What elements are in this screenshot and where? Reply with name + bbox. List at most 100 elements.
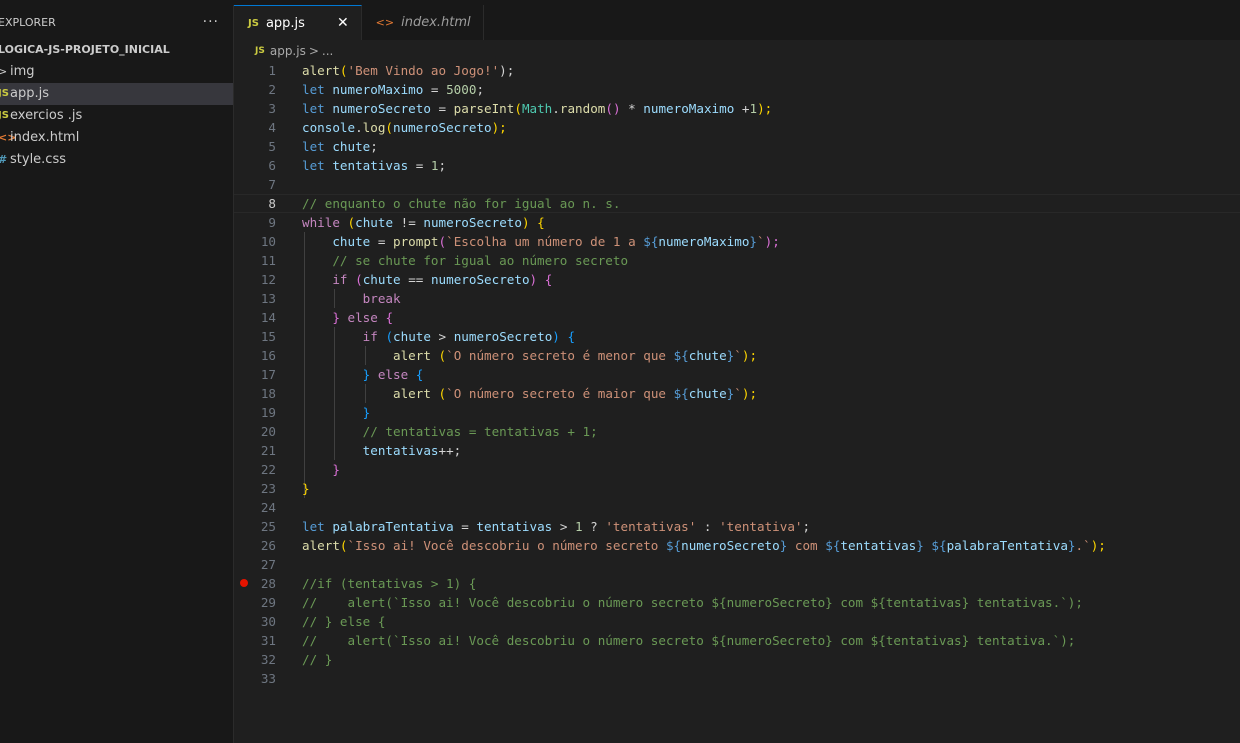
- code-line[interactable]: 31 // alert(`Isso ai! Você descobriu o nú…: [234, 631, 1240, 650]
- token: :: [696, 519, 720, 534]
- token: // } else {: [302, 614, 386, 629]
- token: *: [620, 101, 644, 116]
- code-line[interactable]: 19 }: [234, 403, 1240, 422]
- code-line[interactable]: 21 tentativas++;: [234, 441, 1240, 460]
- tree-item-label: style.css: [10, 152, 66, 167]
- code-line[interactable]: 32 // }: [234, 650, 1240, 669]
- tree-item-img[interactable]: > img: [0, 61, 233, 83]
- javascript-file-icon: JS: [248, 17, 259, 29]
- code-line[interactable]: 27: [234, 555, 1240, 574]
- token: ${: [643, 234, 659, 249]
- breadcrumb-file[interactable]: app.js: [270, 44, 306, 58]
- code-line[interactable]: 23}: [234, 479, 1240, 498]
- line-number: 8: [268, 196, 276, 211]
- token: 'tentativa': [719, 519, 803, 534]
- token: ${: [931, 538, 947, 553]
- javascript-file-icon: JS: [255, 46, 265, 56]
- token: 5000: [446, 82, 477, 97]
- breadcrumb-symbol[interactable]: ...: [322, 44, 333, 58]
- token: ${: [825, 538, 841, 553]
- token: `O número secreto é menor que: [446, 348, 674, 363]
- code-line[interactable]: 33: [234, 669, 1240, 688]
- line-number: 12: [260, 272, 276, 287]
- code-line[interactable]: 14 } else {: [234, 308, 1240, 327]
- code-line[interactable]: 18 alert (`O número secreto é maior que …: [234, 384, 1240, 403]
- tree-item-exercios-js[interactable]: JS exercios .js: [0, 105, 233, 127]
- html-file-icon: <>: [375, 16, 395, 29]
- tab-app-js[interactable]: JS app.js ✕: [234, 5, 362, 40]
- code-line[interactable]: 26 alert(`Isso ai! Você descobriu o númer…: [234, 536, 1240, 555]
- css-file-icon: #: [0, 149, 10, 171]
- explorer-title: EXPLORER: [0, 15, 56, 29]
- token: Math: [521, 101, 553, 116]
- token: `: [734, 348, 742, 363]
- code-line[interactable]: 2 let numeroMaximo = 5000;: [234, 80, 1240, 99]
- token: numeroMaximo: [332, 82, 424, 97]
- code-line[interactable]: 9 while (chute != numeroSecreto) {: [234, 213, 1240, 232]
- token: ${: [673, 348, 689, 363]
- code-line[interactable]: 17 } else {: [234, 365, 1240, 384]
- token: numeroSecreto: [681, 538, 780, 553]
- line-number: 10: [260, 234, 276, 249]
- more-actions-icon[interactable]: ···: [203, 14, 219, 30]
- code-line[interactable]: 12 if (chute == numeroSecreto) {: [234, 270, 1240, 289]
- token: `: [734, 386, 742, 401]
- token: tentativas: [362, 443, 439, 458]
- code-line[interactable]: 5 let chute;: [234, 137, 1240, 156]
- current-code-line[interactable]: 8 // enquanto o chute não for igual ao n.…: [234, 194, 1240, 213]
- code-line[interactable]: 28 //if (tentativas > 1) {: [234, 574, 1240, 593]
- code-line[interactable]: 29 // alert(`Isso ai! Você descobriu o nú…: [234, 593, 1240, 612]
- token: let: [302, 519, 325, 534]
- workspace-folder[interactable]: LOGICA-JS-PROJETO_INICIAL: [0, 39, 233, 61]
- tree-item-label: app.js: [10, 86, 49, 101]
- code-line[interactable]: 15 if (chute > numeroSecreto) {: [234, 327, 1240, 346]
- token: parseInt: [453, 101, 515, 116]
- token: numeroSecreto: [453, 329, 553, 344]
- code-line[interactable]: 10 chute = prompt(`Escolha um número de …: [234, 232, 1240, 251]
- token: ;: [802, 519, 811, 534]
- tree-item-style-css[interactable]: # style.css: [0, 149, 233, 171]
- tab-index-html[interactable]: <> index.html: [362, 5, 484, 40]
- breadcrumb: JS app.js > ...: [255, 42, 333, 60]
- editor-tabs: JS app.js ✕ <> index.html: [234, 5, 1240, 40]
- line-number: 24: [260, 500, 276, 515]
- tab-label: index.html: [401, 15, 471, 30]
- tree-item-app-js[interactable]: JS app.js: [0, 83, 233, 105]
- token: numeroMaximo: [643, 101, 735, 116]
- token: 1: [430, 158, 439, 173]
- token: }: [302, 481, 310, 496]
- code-line[interactable]: 24: [234, 498, 1240, 517]
- close-icon[interactable]: ✕: [337, 15, 349, 31]
- line-number: 19: [260, 405, 276, 420]
- token: ==: [400, 272, 431, 287]
- token: palabraTentativa: [946, 538, 1068, 553]
- token: 1: [749, 101, 758, 116]
- token: // alert(`Isso ai! Você descobriu o núme…: [302, 633, 1076, 648]
- code-line[interactable]: 11 // se chute for igual ao número secre…: [234, 251, 1240, 270]
- token: }: [332, 462, 340, 477]
- token: chute: [362, 272, 401, 287]
- code-line[interactable]: 30 // } else {: [234, 612, 1240, 631]
- token: else: [370, 367, 416, 382]
- line-number: 13: [260, 291, 276, 306]
- code-line[interactable]: 25 let palabraTentativa = tentativas > 1 …: [234, 517, 1240, 536]
- code-line[interactable]: 7: [234, 175, 1240, 194]
- tree-item-label: exercios .js: [10, 108, 83, 123]
- code-line[interactable]: 16 alert (`O número secreto é menor que …: [234, 346, 1240, 365]
- code-line[interactable]: 20 // tentativas = tentativas + 1;: [234, 422, 1240, 441]
- code-line[interactable]: 13 break: [234, 289, 1240, 308]
- token: alert: [393, 348, 431, 363]
- code-editor[interactable]: 1 alert('Bem Vindo ao Jogo!'); 2 let numer…: [234, 61, 1240, 743]
- line-number: 30: [260, 614, 276, 629]
- line-number: 16: [260, 348, 276, 363]
- code-line[interactable]: 3 let numeroSecreto = parseInt(Math.rando…: [234, 99, 1240, 118]
- code-line[interactable]: 1 alert('Bem Vindo ao Jogo!');: [234, 61, 1240, 80]
- code-line[interactable]: 4 console.log(numeroSecreto);: [234, 118, 1240, 137]
- code-line[interactable]: 6 let tentativas = 1;: [234, 156, 1240, 175]
- tree-item-index-html[interactable]: <> index.html: [0, 127, 233, 149]
- token: log: [362, 120, 386, 135]
- token: 'Bem Vindo ao Jogo!': [347, 63, 500, 78]
- line-number: 17: [260, 367, 276, 382]
- code-line[interactable]: 22 }: [234, 460, 1240, 479]
- token: ): [529, 272, 538, 287]
